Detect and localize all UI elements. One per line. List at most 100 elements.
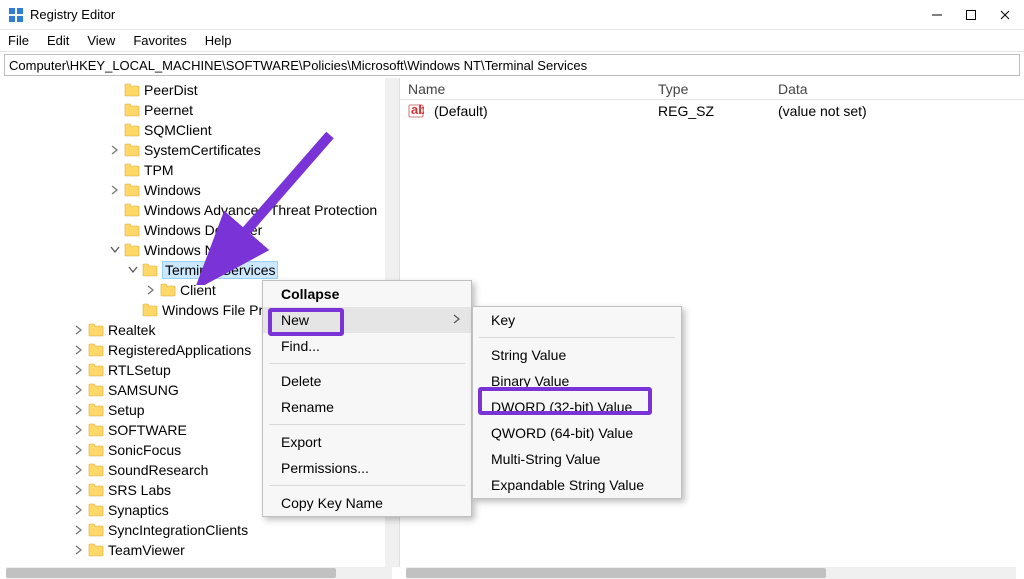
folder-icon: [88, 523, 104, 537]
menu-item[interactable]: DWORD (32-bit) Value: [473, 394, 681, 420]
folder-icon: [124, 223, 140, 237]
expander-placeholder: [126, 303, 140, 317]
tree-node-label: SonicFocus: [108, 442, 181, 458]
menu-item[interactable]: Copy Key Name: [263, 490, 471, 516]
folder-icon: [88, 543, 104, 557]
maximize-button[interactable]: [964, 8, 978, 22]
tree-node[interactable]: Windows NT: [0, 240, 399, 260]
chevron-right-icon[interactable]: [72, 523, 86, 537]
chevron-right-icon[interactable]: [72, 503, 86, 517]
chevron-right-icon[interactable]: [72, 483, 86, 497]
string-value-icon: ab: [408, 103, 424, 119]
tree-node-label: Windows: [144, 182, 201, 198]
title-bar: Registry Editor: [0, 0, 1024, 30]
menu-item[interactable]: Collapse: [263, 281, 471, 307]
expander-placeholder: [108, 123, 122, 137]
folder-icon: [88, 363, 104, 377]
chevron-down-icon[interactable]: [108, 243, 122, 257]
folder-icon: [88, 323, 104, 337]
close-button[interactable]: [998, 8, 1012, 22]
menu-favorites[interactable]: Favorites: [133, 33, 186, 48]
tree-node[interactable]: Peernet: [0, 100, 399, 120]
chevron-right-icon[interactable]: [108, 183, 122, 197]
menu-item[interactable]: Rename: [263, 394, 471, 420]
menu-edit[interactable]: Edit: [47, 33, 69, 48]
chevron-right-icon[interactable]: [72, 423, 86, 437]
tree-node-label: SQMClient: [144, 122, 212, 138]
menu-item[interactable]: Expandable String Value: [473, 472, 681, 498]
folder-icon: [160, 283, 176, 297]
chevron-right-icon: [453, 314, 461, 327]
menu-item[interactable]: String Value: [473, 342, 681, 368]
col-data[interactable]: Data: [770, 81, 970, 97]
address-text: Computer\HKEY_LOCAL_MACHINE\SOFTWARE\Pol…: [9, 58, 587, 73]
chevron-right-icon[interactable]: [72, 463, 86, 477]
expander-placeholder: [108, 223, 122, 237]
menu-item[interactable]: New: [263, 307, 471, 333]
list-row[interactable]: ab(Default)REG_SZ(value not set): [400, 100, 1024, 122]
menu-item[interactable]: Key: [473, 307, 681, 333]
folder-icon: [88, 403, 104, 417]
tree-node[interactable]: Windows: [0, 180, 399, 200]
chevron-right-icon[interactable]: [72, 383, 86, 397]
chevron-right-icon[interactable]: [72, 363, 86, 377]
tree-node[interactable]: Windows Advanced Threat Protection: [0, 200, 399, 220]
menu-help[interactable]: Help: [205, 33, 232, 48]
tree-node-label: Windows Advanced Threat Protection: [144, 202, 377, 218]
col-type[interactable]: Type: [650, 81, 770, 97]
folder-icon: [124, 163, 140, 177]
tree-node[interactable]: SyncIntegrationClients: [0, 520, 399, 540]
folder-icon: [142, 263, 158, 277]
menu-item[interactable]: Multi-String Value: [473, 446, 681, 472]
chevron-right-icon[interactable]: [72, 443, 86, 457]
tree-node[interactable]: SystemCertificates: [0, 140, 399, 160]
chevron-right-icon[interactable]: [72, 403, 86, 417]
tree-node-label: Windows Defender: [144, 222, 262, 238]
tree-node-label: PeerDist: [144, 82, 198, 98]
folder-icon: [142, 303, 158, 317]
tree-node-label: Windows NT: [144, 242, 223, 258]
folder-icon: [88, 503, 104, 517]
menu-view[interactable]: View: [87, 33, 115, 48]
tree-node[interactable]: PeerDist: [0, 80, 399, 100]
chevron-right-icon[interactable]: [108, 143, 122, 157]
chevron-right-icon[interactable]: [72, 323, 86, 337]
address-bar[interactable]: Computer\HKEY_LOCAL_MACHINE\SOFTWARE\Pol…: [4, 54, 1020, 76]
folder-icon: [124, 103, 140, 117]
tree-node[interactable]: SQMClient: [0, 120, 399, 140]
list-scrollbar-h[interactable]: [406, 567, 1016, 579]
tree-node-label: SystemCertificates: [144, 142, 261, 158]
chevron-right-icon[interactable]: [72, 543, 86, 557]
folder-icon: [88, 443, 104, 457]
col-name[interactable]: Name: [400, 81, 650, 97]
folder-icon: [124, 83, 140, 97]
menu-item[interactable]: Find...: [263, 333, 471, 359]
chevron-right-icon[interactable]: [144, 283, 158, 297]
menu-file[interactable]: File: [8, 33, 29, 48]
folder-icon: [88, 463, 104, 477]
tree-node[interactable]: Windows Defender: [0, 220, 399, 240]
tree-node-label: RegisteredApplications: [108, 342, 251, 358]
tree-node-label: SAMSUNG: [108, 382, 179, 398]
expander-placeholder: [108, 163, 122, 177]
menu-item[interactable]: Permissions...: [263, 455, 471, 481]
tree-node[interactable]: Terminal Services: [0, 260, 399, 280]
menu-item[interactable]: Export: [263, 429, 471, 455]
chevron-right-icon[interactable]: [72, 343, 86, 357]
folder-icon: [124, 183, 140, 197]
cell-data: (value not set): [770, 103, 970, 119]
folder-icon: [88, 383, 104, 397]
tree-node-label: SyncIntegrationClients: [108, 522, 248, 538]
chevron-down-icon[interactable]: [126, 263, 140, 277]
tree-node[interactable]: TPM: [0, 160, 399, 180]
menu-item[interactable]: Binary Value: [473, 368, 681, 394]
tree-node-label: TeamViewer: [108, 542, 185, 558]
tree-node-label: SoundResearch: [108, 462, 208, 478]
tree-scrollbar-h[interactable]: [6, 567, 392, 579]
folder-icon: [124, 203, 140, 217]
minimize-button[interactable]: [930, 8, 944, 22]
folder-icon: [88, 423, 104, 437]
tree-node[interactable]: TeamViewer: [0, 540, 399, 560]
menu-item[interactable]: QWORD (64-bit) Value: [473, 420, 681, 446]
menu-item[interactable]: Delete: [263, 368, 471, 394]
